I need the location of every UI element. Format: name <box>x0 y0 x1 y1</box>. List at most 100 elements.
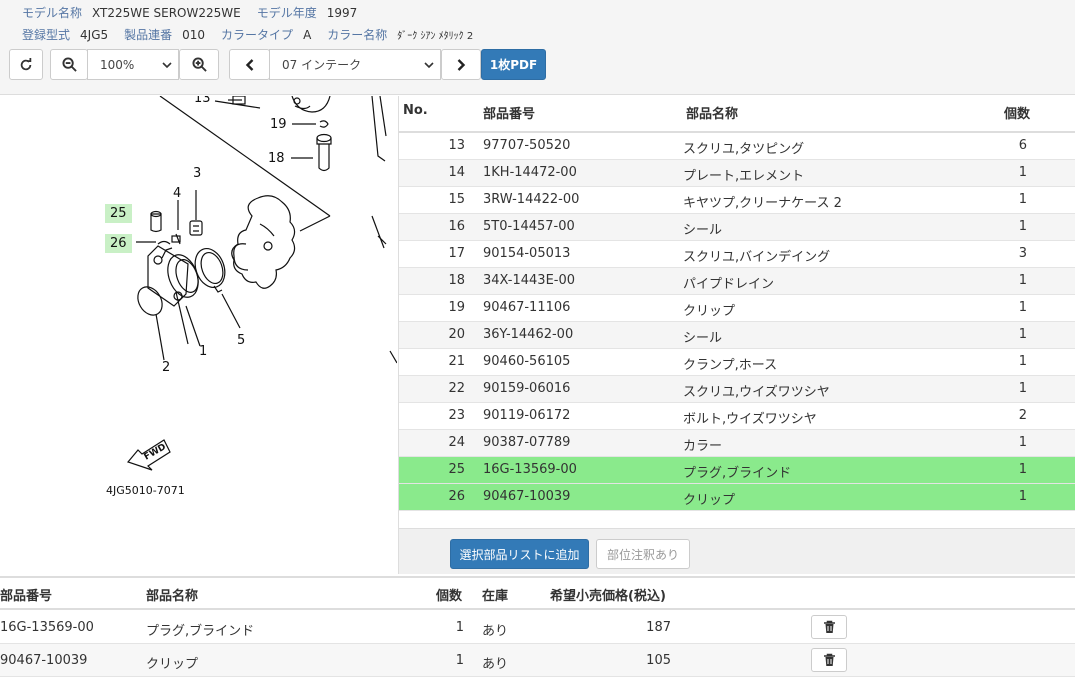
parts-diagram[interactable]: FWD 13 19 18 3 4 25 26 1 5 2 4JG5010-707… <box>0 96 397 574</box>
list-item: 90467-10039 クリップ 1 あり 105 <box>0 644 1075 677</box>
sel-header-price: 希望小売価格(税込) <box>550 589 666 604</box>
cell-part-number: 34X-1443E-00 <box>483 273 576 288</box>
sel-cell-price: 187 <box>646 620 671 635</box>
table-row[interactable]: 19 90467-11106 クリップ 1 <box>399 295 1075 322</box>
sel-cell-part-name: プラグ,ブラインド <box>146 624 255 639</box>
add-to-list-button[interactable]: 選択部品リストに追加 <box>450 539 589 569</box>
callout-4[interactable]: 4 <box>173 186 181 201</box>
cell-part-name: プラグ,ブラインド <box>683 466 792 481</box>
cell-part-number: 16G-13569-00 <box>483 462 577 477</box>
cell-qty: 1 <box>1018 435 1027 450</box>
cell-part-number: 36Y-14462-00 <box>483 327 574 342</box>
cell-no: 25 <box>448 462 465 477</box>
cell-part-name: ボルト,ウイズワツシヤ <box>683 412 817 427</box>
single-pdf-button[interactable]: 1枚PDF <box>481 49 546 80</box>
zoom-out-button[interactable] <box>50 49 88 80</box>
cell-qty: 1 <box>1018 354 1027 369</box>
cell-no: 16 <box>448 219 465 234</box>
cell-part-number: 90154-05013 <box>483 246 571 261</box>
serial-value: 010 <box>182 27 206 42</box>
table-row[interactable]: 21 90460-56105 クランプ,ホース 1 <box>399 349 1075 376</box>
color-name-label: カラー名称 <box>327 28 388 42</box>
callout-5[interactable]: 5 <box>237 333 245 348</box>
trash-icon <box>823 653 835 666</box>
table-row[interactable]: 17 90154-05013 スクリユ,バインデイング 3 <box>399 241 1075 268</box>
callout-13[interactable]: 13 <box>194 96 211 106</box>
parts-table-header: No. 部品番号 部品名称 個数 <box>399 96 1075 133</box>
selected-list-header: 部品番号 部品名称 個数 在庫 希望小売価格(税込) <box>0 578 1075 610</box>
model-info-row-2: 登録型式 4JG5 製品連番 010 カラータイプ A カラー名称 ﾀﾞｰｸ ｼ… <box>22 26 489 43</box>
table-row[interactable]: 13 97707-50520 スクリユ,タツピング 6 <box>399 133 1075 160</box>
cell-no: 15 <box>448 192 465 207</box>
sel-cell-stock: あり <box>482 657 509 672</box>
table-row[interactable]: 18 34X-1443E-00 パイプドレイン 1 <box>399 268 1075 295</box>
model-name-label: モデル名称 <box>22 6 83 20</box>
table-row[interactable]: 20 36Y-14462-00 シール 1 <box>399 322 1075 349</box>
delete-button[interactable] <box>811 648 847 672</box>
table-row[interactable]: 26 90467-10039 クリップ 1 <box>399 484 1075 511</box>
zoom-select-value: 100% <box>100 57 135 72</box>
header: モデル名称 XT225WE SEROW225WE モデル年度 1997 登録型式… <box>0 0 1075 95</box>
cell-part-name: クランプ,ホース <box>683 358 778 373</box>
table-row[interactable]: 15 3RW-14422-00 キヤツプ,クリーナケース 2 1 <box>399 187 1075 214</box>
chevron-right-icon <box>457 58 466 71</box>
cell-part-name: スクリユ,バインデイング <box>683 250 831 265</box>
sel-cell-part-number: 90467-10039 <box>0 653 88 668</box>
part-notes-button[interactable]: 部位注釈あり <box>596 539 690 569</box>
table-row[interactable]: 23 90119-06172 ボルト,ウイズワツシヤ 2 <box>399 403 1075 430</box>
prev-section-button[interactable] <box>229 49 270 80</box>
toolbar: 100% 07 インテーク 1枚PDF <box>9 49 569 80</box>
reg-type-value: 4JG5 <box>80 27 109 42</box>
list-item: 16G-13569-00 プラグ,ブラインド 1 あり 187 <box>0 611 1075 644</box>
cell-part-name: スクリユ,ウイズワツシヤ <box>683 385 830 400</box>
header-no: No. <box>403 103 428 118</box>
cell-part-name: シール <box>683 331 723 346</box>
section-select-value: 07 インテーク <box>282 58 362 72</box>
cell-part-number: 90460-56105 <box>483 354 571 369</box>
refresh-button[interactable] <box>9 49 43 80</box>
cell-no: 21 <box>448 354 465 369</box>
cell-part-number: 1KH-14472-00 <box>483 165 577 180</box>
cell-part-number: 97707-50520 <box>483 138 571 153</box>
sel-cell-stock: あり <box>482 624 509 639</box>
sel-cell-part-name: クリップ <box>146 657 199 672</box>
callout-18[interactable]: 18 <box>268 151 285 166</box>
zoom-out-icon <box>61 57 77 72</box>
reg-type-label: 登録型式 <box>22 28 71 42</box>
header-part-name: 部品名称 <box>686 107 739 122</box>
callout-3[interactable]: 3 <box>193 166 201 181</box>
sel-cell-qty: 1 <box>455 620 464 635</box>
callout-19[interactable]: 19 <box>270 117 287 132</box>
table-row[interactable]: 24 90387-07789 カラー 1 <box>399 430 1075 457</box>
cell-qty: 1 <box>1018 381 1027 396</box>
table-row[interactable]: 14 1KH-14472-00 プレート,エレメント 1 <box>399 160 1075 187</box>
cell-no: 14 <box>448 165 465 180</box>
sel-cell-qty: 1 <box>455 653 464 668</box>
table-row[interactable]: 22 90159-06016 スクリユ,ウイズワツシヤ 1 <box>399 376 1075 403</box>
parts-table-footer: 選択部品リストに追加 部位注釈あり <box>399 528 1075 574</box>
callout-1[interactable]: 1 <box>199 344 207 359</box>
next-section-button[interactable] <box>441 49 481 80</box>
cell-no: 19 <box>448 300 465 315</box>
cell-part-name: シール <box>683 223 723 238</box>
cell-part-number: 90467-11106 <box>483 300 571 315</box>
section-select[interactable]: 07 インテーク <box>269 49 441 80</box>
delete-button[interactable] <box>811 615 847 639</box>
sel-cell-price: 105 <box>646 653 671 668</box>
color-type-label: カラータイプ <box>221 28 294 42</box>
trash-icon <box>823 620 835 633</box>
table-row[interactable]: 16 5T0-14457-00 シール 1 <box>399 214 1075 241</box>
table-row[interactable]: 25 16G-13569-00 プラグ,ブラインド 1 <box>399 457 1075 484</box>
cell-no: 22 <box>448 381 465 396</box>
zoom-in-button[interactable] <box>179 49 219 80</box>
cell-qty: 1 <box>1018 273 1027 288</box>
cell-part-name: カラー <box>683 439 723 454</box>
callout-26[interactable]: 26 <box>105 234 132 253</box>
model-info-row-1: モデル名称 XT225WE SEROW225WE モデル年度 1997 <box>22 4 373 21</box>
cell-part-name: プレート,エレメント <box>683 169 805 184</box>
callout-2[interactable]: 2 <box>162 360 170 375</box>
cell-part-number: 90387-07789 <box>483 435 571 450</box>
diagram-code: 4JG5010-7071 <box>106 484 185 497</box>
callout-25[interactable]: 25 <box>105 204 132 223</box>
zoom-select[interactable]: 100% <box>87 49 179 80</box>
